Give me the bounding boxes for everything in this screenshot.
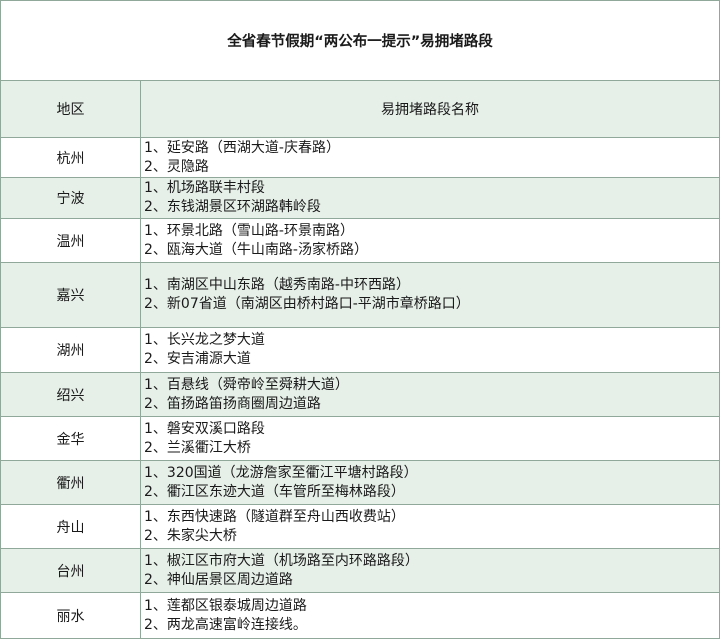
region-cell[interactable]: 舟山 bbox=[0, 504, 141, 549]
table-title[interactable]: 全省春节假期“两公布一提示”易拥堵路段 bbox=[0, 0, 720, 81]
table-row: 金华 1、磐安双溪口路段 2、兰溪衢江大桥 bbox=[0, 416, 720, 461]
road-name-line: 2、两龙高速富岭连接线。 bbox=[144, 616, 307, 633]
road-name-line: 1、南湖区中山东路（越秀南路-中环西路） bbox=[144, 277, 410, 293]
road-names-cell[interactable]: 1、长兴龙之梦大道 2、安吉浦源大道 bbox=[140, 327, 720, 373]
road-name-line: 2、衢江区东迹大道（车管所至梅林路段） bbox=[144, 483, 405, 500]
region-cell[interactable]: 嘉兴 bbox=[0, 262, 141, 328]
road-name-line: 2、瓯海大道（牛山南路-汤家桥路） bbox=[144, 241, 368, 258]
road-name-line: 2、兰溪衢江大桥 bbox=[144, 439, 251, 456]
road-name-line: 2、新07省道（南湖区由桥村路口-平湖市章桥路口） bbox=[144, 296, 470, 312]
road-name-line: 1、东西快速路（隧道群至舟山西收费站） bbox=[144, 508, 405, 525]
region-cell[interactable]: 绍兴 bbox=[0, 372, 141, 417]
header-region[interactable]: 地区 bbox=[0, 80, 141, 138]
road-name-line: 1、机场路联丰村段 bbox=[144, 180, 265, 196]
region-cell[interactable]: 丽水 bbox=[0, 592, 141, 639]
road-name-line: 2、安吉浦源大道 bbox=[144, 351, 251, 367]
road-name-line: 1、320国道（龙游詹家至衢江平塘村路段） bbox=[144, 464, 418, 481]
region-cell[interactable]: 宁波 bbox=[0, 177, 141, 219]
spreadsheet-view: 全省春节假期“两公布一提示”易拥堵路段 地区 易拥堵路段名称 杭州 1、延安路（西… bbox=[0, 0, 720, 639]
region-cell[interactable]: 温州 bbox=[0, 218, 141, 263]
table-row: 舟山 1、东西快速路（隧道群至舟山西收费站） 2、朱家尖大桥 bbox=[0, 504, 720, 549]
road-names-cell[interactable]: 1、延安路（西湖大道-庆春路） 2、灵隐路 bbox=[140, 137, 720, 178]
table-row: 杭州 1、延安路（西湖大道-庆春路） 2、灵隐路 bbox=[0, 137, 720, 178]
region-cell[interactable]: 杭州 bbox=[0, 137, 141, 178]
region-cell[interactable]: 衢州 bbox=[0, 460, 141, 505]
header-road-name[interactable]: 易拥堵路段名称 bbox=[140, 80, 720, 138]
table-row: 温州 1、环景北路（雪山路-环景南路） 2、瓯海大道（牛山南路-汤家桥路） bbox=[0, 218, 720, 263]
road-name-line: 1、延安路（西湖大道-庆春路） bbox=[144, 139, 340, 156]
congestion-table: 全省春节假期“两公布一提示”易拥堵路段 地区 易拥堵路段名称 杭州 1、延安路（西… bbox=[0, 0, 720, 639]
road-names-cell[interactable]: 1、椒江区市府大道（机场路至内环路路段） 2、神仙居景区周边道路 bbox=[140, 548, 720, 593]
road-names-cell[interactable]: 1、环景北路（雪山路-环景南路） 2、瓯海大道（牛山南路-汤家桥路） bbox=[140, 218, 720, 263]
road-name-line: 1、莲都区银泰城周边道路 bbox=[144, 597, 307, 614]
region-cell[interactable]: 湖州 bbox=[0, 327, 141, 373]
road-name-line: 2、笛扬路笛扬商圈周边道路 bbox=[144, 395, 321, 412]
road-names-cell[interactable]: 1、320国道（龙游詹家至衢江平塘村路段） 2、衢江区东迹大道（车管所至梅林路段） bbox=[140, 460, 720, 505]
road-name-line: 1、椒江区市府大道（机场路至内环路路段） bbox=[144, 552, 419, 569]
table-row: 绍兴 1、百悬线（舜帝岭至舜耕大道） 2、笛扬路笛扬商圈周边道路 bbox=[0, 372, 720, 417]
table-row: 丽水 1、莲都区银泰城周边道路 2、两龙高速富岭连接线。 bbox=[0, 592, 720, 639]
road-names-cell[interactable]: 1、南湖区中山东路（越秀南路-中环西路） 2、新07省道（南湖区由桥村路口-平湖市… bbox=[140, 262, 720, 328]
road-names-cell[interactable]: 1、百悬线（舜帝岭至舜耕大道） 2、笛扬路笛扬商圈周边道路 bbox=[140, 372, 720, 417]
road-names-cell[interactable]: 1、机场路联丰村段 2、东钱湖景区环湖路韩岭段 bbox=[140, 177, 720, 219]
table-row: 台州 1、椒江区市府大道（机场路至内环路路段） 2、神仙居景区周边道路 bbox=[0, 548, 720, 593]
table-row: 嘉兴 1、南湖区中山东路（越秀南路-中环西路） 2、新07省道（南湖区由桥村路口-平… bbox=[0, 262, 720, 328]
road-name-line: 2、神仙居景区周边道路 bbox=[144, 571, 293, 588]
road-names-cell[interactable]: 1、磐安双溪口路段 2、兰溪衢江大桥 bbox=[140, 416, 720, 461]
road-names-cell[interactable]: 1、莲都区银泰城周边道路 2、两龙高速富岭连接线。 bbox=[140, 592, 720, 639]
road-name-line: 2、朱家尖大桥 bbox=[144, 527, 237, 544]
road-name-line: 1、环景北路（雪山路-环景南路） bbox=[144, 222, 354, 239]
table-row: 宁波 1、机场路联丰村段 2、东钱湖景区环湖路韩岭段 bbox=[0, 177, 720, 219]
region-cell[interactable]: 金华 bbox=[0, 416, 141, 461]
road-name-line: 1、磐安双溪口路段 bbox=[144, 420, 265, 437]
road-names-cell[interactable]: 1、东西快速路（隧道群至舟山西收费站） 2、朱家尖大桥 bbox=[140, 504, 720, 549]
road-name-line: 1、长兴龙之梦大道 bbox=[144, 332, 265, 348]
region-cell[interactable]: 台州 bbox=[0, 548, 141, 593]
road-name-line: 1、百悬线（舜帝岭至舜耕大道） bbox=[144, 376, 349, 393]
table-row: 湖州 1、长兴龙之梦大道 2、安吉浦源大道 bbox=[0, 327, 720, 373]
table-row: 衢州 1、320国道（龙游詹家至衢江平塘村路段） 2、衢江区东迹大道（车管所至梅林路… bbox=[0, 460, 720, 505]
road-name-line: 2、东钱湖景区环湖路韩岭段 bbox=[144, 199, 321, 215]
road-name-line: 2、灵隐路 bbox=[144, 158, 209, 175]
